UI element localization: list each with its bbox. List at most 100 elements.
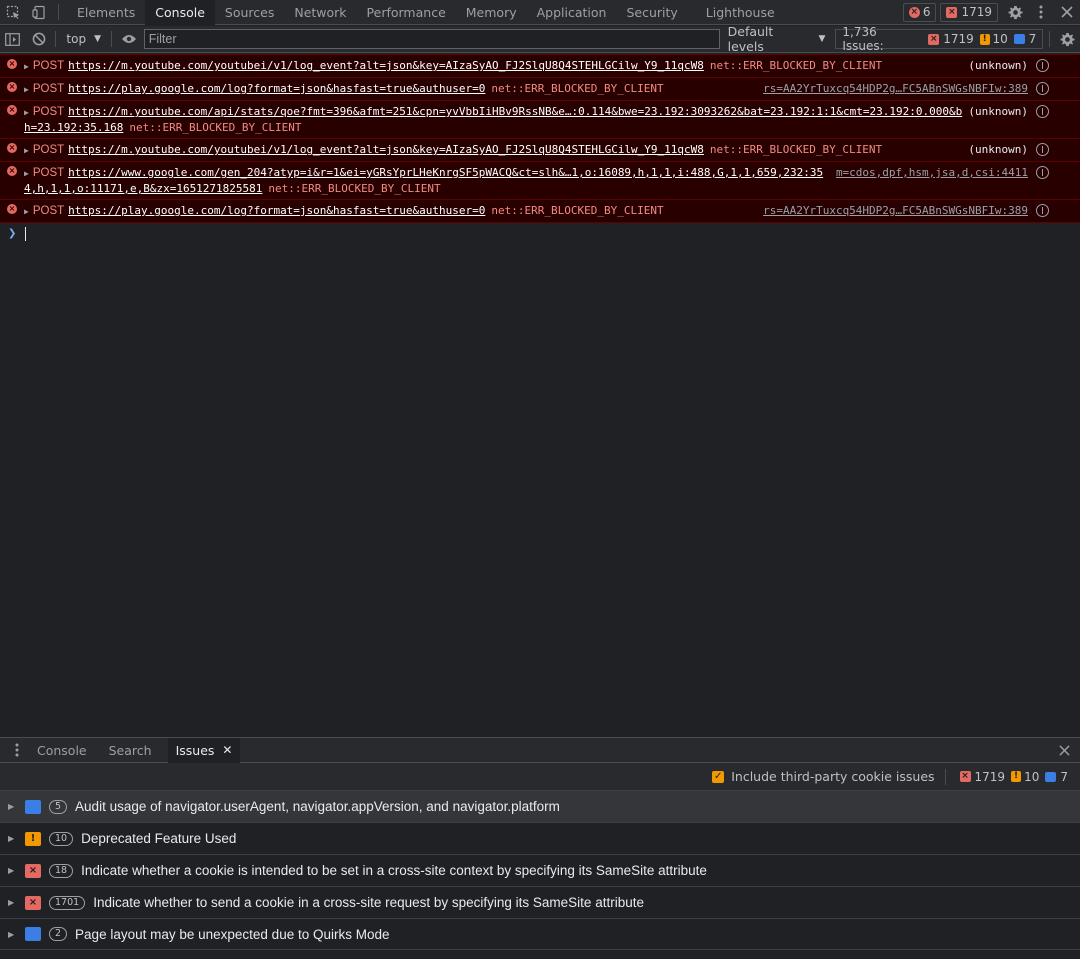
- live-expression-eye-icon[interactable]: [116, 26, 142, 52]
- settings-gear-icon[interactable]: [1002, 0, 1028, 25]
- close-devtools-icon[interactable]: [1054, 0, 1080, 25]
- error-issue-icon: ×: [25, 895, 41, 910]
- issue-error-icon: ×: [946, 6, 958, 18]
- issues-warning-count: 10: [1024, 769, 1040, 784]
- expand-triangle-icon[interactable]: ▶: [8, 866, 25, 875]
- prompt-chevron-icon: ❯: [8, 228, 17, 239]
- console-error-message[interactable]: × ▶ POST https://www.google.com/gen_204?at…: [0, 161, 1080, 199]
- console-error-message[interactable]: × ▶ POST https://m.youtube.com/api/stats/q…: [0, 100, 1080, 138]
- issue-title: Indicate whether to send a cookie in a c…: [93, 895, 644, 910]
- tab-console[interactable]: Console: [145, 0, 215, 25]
- tab-security[interactable]: Security: [616, 0, 687, 25]
- inspect-element-icon[interactable]: [0, 0, 26, 25]
- expand-triangle-icon[interactable]: ▶: [8, 898, 25, 907]
- expand-triangle-icon[interactable]: ▶: [24, 207, 29, 216]
- network-panel-icon[interactable]: [1036, 105, 1049, 118]
- network-panel-icon[interactable]: [1036, 143, 1049, 156]
- close-drawer-icon[interactable]: [1048, 738, 1080, 763]
- drawer-menu-icon[interactable]: [0, 738, 34, 763]
- issues-toolbar: ✓ Include third-party cookie issues × 17…: [0, 763, 1080, 790]
- expand-triangle-icon[interactable]: ▶: [24, 169, 29, 178]
- device-toolbar-icon[interactable]: [26, 0, 52, 25]
- expand-triangle-icon[interactable]: ▶: [24, 62, 29, 71]
- console-error-message[interactable]: × ▶ POST https://m.youtube.com/youtubei/v1…: [0, 138, 1080, 161]
- message-source-link[interactable]: rs=AA2YrTuxcq54HDP2g…FC5ABnSWGsNBFIw:389: [763, 81, 1028, 96]
- info-issue-icon: [25, 799, 41, 814]
- log-levels-label: Default levels: [727, 24, 774, 54]
- dropdown-arrow-icon: ▼: [818, 34, 826, 44]
- issue-count-badge: 18: [49, 863, 74, 878]
- drawer-tab-search[interactable]: Search: [95, 738, 168, 763]
- tab-elements[interactable]: Elements: [67, 0, 145, 25]
- error-icon: ×: [908, 6, 920, 18]
- console-settings-gear-icon[interactable]: [1054, 26, 1080, 52]
- filter-input[interactable]: [143, 29, 720, 49]
- network-panel-icon[interactable]: [1036, 59, 1049, 72]
- close-tab-icon[interactable]: ✕: [222, 743, 232, 757]
- issue-warning-icon: !: [979, 33, 990, 45]
- message-source-link[interactable]: m=cdos,dpf,hsm,jsa,d,csi:4411: [836, 165, 1028, 180]
- issues-count-badge[interactable]: × 1719: [940, 2, 998, 22]
- error-count-badge[interactable]: × 6: [902, 2, 937, 22]
- error-icon: ×: [7, 59, 17, 69]
- network-panel-icon[interactable]: [1036, 82, 1049, 95]
- error-issue-icon: ×: [25, 863, 41, 878]
- issue-row[interactable]: ▶ × 1701 Indicate whether to send a cook…: [0, 886, 1080, 918]
- expand-triangle-icon[interactable]: ▶: [8, 930, 25, 939]
- expand-triangle-icon[interactable]: ▶: [24, 85, 29, 94]
- message-source-link[interactable]: rs=AA2YrTuxcq54HDP2g…FC5ABnSWGsNBFIw:389: [763, 203, 1028, 218]
- network-panel-icon[interactable]: [1036, 166, 1049, 179]
- error-text: net::ERR_BLOCKED_BY_CLIENT: [268, 182, 441, 195]
- sidebar-toggle-icon[interactable]: [0, 26, 26, 52]
- tab-application[interactable]: Application: [527, 0, 617, 25]
- request-url-link[interactable]: https://m.youtube.com/youtubei/v1/log_ev…: [68, 143, 704, 156]
- issue-row[interactable]: ▶ × 18 Indicate whether a cookie is inte…: [0, 854, 1080, 886]
- console-error-message[interactable]: × ▶ POST https://play.google.com/log?forma…: [0, 199, 1080, 222]
- issue-row[interactable]: ▶ 2 Page layout may be unexpected due to…: [0, 918, 1080, 950]
- drawer-tab-console[interactable]: Console: [34, 738, 95, 763]
- issue-count-badge: 1701: [49, 895, 86, 910]
- tab-lighthouse[interactable]: Lighthouse: [696, 0, 785, 25]
- request-method: POST: [32, 83, 65, 95]
- expand-triangle-icon[interactable]: ▶: [8, 834, 25, 843]
- request-url-link[interactable]: https://m.youtube.com/youtubei/v1/log_ev…: [68, 59, 704, 72]
- request-url-link[interactable]: https://play.google.com/log?format=json&…: [68, 82, 485, 95]
- issue-row[interactable]: ▶ ! 10 Deprecated Feature Used: [0, 822, 1080, 854]
- tab-sources[interactable]: Sources: [215, 0, 284, 25]
- context-selector[interactable]: top ▼: [60, 26, 107, 52]
- drawer-tab-issues[interactable]: Issues ✕: [167, 737, 241, 763]
- request-url-link[interactable]: https://play.google.com/log?format=json&…: [68, 204, 485, 217]
- divider: [58, 4, 59, 20]
- message-source: (unknown): [968, 59, 1028, 72]
- context-value: top: [66, 32, 87, 46]
- error-icon: ×: [7, 204, 17, 214]
- network-panel-icon[interactable]: [1036, 204, 1049, 217]
- tab-performance[interactable]: Performance: [357, 0, 456, 25]
- tab-memory[interactable]: Memory: [456, 0, 527, 25]
- more-options-icon[interactable]: [1028, 0, 1054, 25]
- issues-info-counter: 7: [1045, 770, 1068, 784]
- tab-network[interactable]: Network: [284, 0, 356, 25]
- issue-row[interactable]: ▶ 5 Audit usage of navigator.userAgent, …: [0, 790, 1080, 822]
- issues-error-count: 1719: [974, 769, 1006, 784]
- console-error-message[interactable]: × ▶ POST https://play.google.com/log?forma…: [0, 77, 1080, 100]
- console-prompt[interactable]: ❯: [0, 222, 1080, 244]
- clear-console-icon[interactable]: [26, 26, 52, 52]
- expand-triangle-icon[interactable]: ▶: [24, 146, 29, 155]
- issue-count-badge: 10: [49, 831, 74, 846]
- error-icon: ×: [7, 166, 17, 176]
- divider: [111, 31, 112, 47]
- error-icon: ×: [7, 143, 17, 153]
- log-levels-dropdown[interactable]: Default levels ▼: [728, 24, 826, 54]
- message-source: (unknown): [968, 105, 1028, 118]
- expand-triangle-icon[interactable]: ▶: [24, 108, 29, 117]
- third-party-checkbox[interactable]: ✓: [712, 770, 725, 783]
- issues-warning-count: 10: [992, 32, 1008, 46]
- error-text: net::ERR_BLOCKED_BY_CLIENT: [709, 59, 883, 72]
- issues-info-count: 7: [1028, 32, 1037, 46]
- expand-triangle-icon[interactable]: ▶: [8, 802, 25, 811]
- console-error-message[interactable]: × ▶ POST https://m.youtube.com/youtubei/v1…: [0, 54, 1080, 77]
- issues-counter[interactable]: 1,736 Issues: × 1719 ! 10 7: [835, 25, 1044, 53]
- issue-title: Indicate whether a cookie is intended to…: [81, 863, 707, 878]
- error-count: 6: [922, 5, 931, 19]
